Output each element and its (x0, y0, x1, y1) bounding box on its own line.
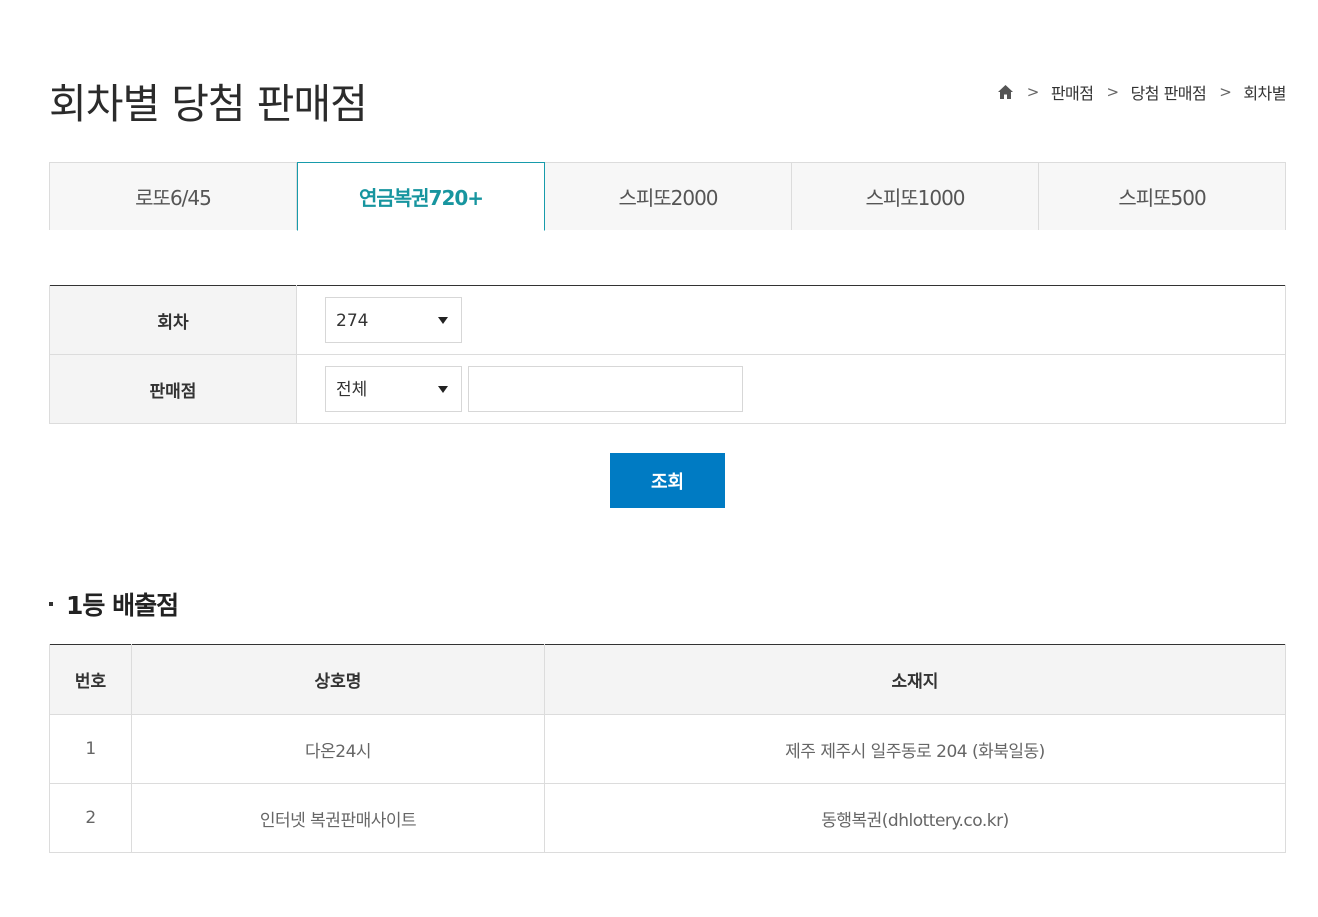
header-no: 번호 (49, 644, 132, 715)
breadcrumb-winning-store[interactable]: 당첨 판매점 (1131, 80, 1207, 104)
breadcrumb-store[interactable]: 판매점 (1051, 80, 1094, 104)
section-title-text: 1등 배출점 (66, 591, 179, 620)
section-title: 1등 배출점 (49, 586, 179, 622)
store-label: 판매점 (49, 354, 297, 424)
round-select-value: 274 (336, 311, 369, 331)
dropdown-arrow-icon (438, 317, 448, 324)
tab-pension720[interactable]: 연금복권720+ (297, 162, 545, 231)
search-button[interactable]: 조회 (610, 453, 725, 508)
row-name: 인터넷 복권판매사이트 (131, 783, 545, 853)
breadcrumb: > 판매점 > 당첨 판매점 > 회차별 (997, 80, 1286, 104)
table-row: 2 인터넷 복권판매사이트 동행복권(dhlottery.co.kr) (49, 783, 1286, 853)
lottery-tabs: 로또6/45 연금복권720+ 스피또2000 스피또1000 스피또500 (49, 162, 1286, 231)
round-label: 회차 (49, 285, 297, 355)
table-row: 1 다온24시 제주 제주시 일주동로 204 (화북일동) (49, 714, 1286, 784)
row-no: 2 (49, 783, 132, 853)
results-table: 번호 상호명 소재지 1 다온24시 제주 제주시 일주동로 204 (화북일동… (49, 644, 1286, 853)
page-title: 회차별 당첨 판매점 (49, 80, 368, 128)
header-name: 상호명 (131, 644, 545, 715)
tab-speetto1000[interactable]: 스피또1000 (792, 162, 1039, 230)
row-address: 제주 제주시 일주동로 204 (화북일동) (544, 714, 1286, 784)
tab-lotto645[interactable]: 로또6/45 (49, 162, 297, 230)
store-filter-select[interactable]: 전체 (325, 366, 462, 412)
header-address: 소재지 (544, 644, 1286, 715)
chevron-right-icon: > (1219, 83, 1232, 101)
row-address: 동행복권(dhlottery.co.kr) (544, 783, 1286, 853)
tab-speetto500[interactable]: 스피또500 (1039, 162, 1286, 230)
chevron-right-icon: > (1106, 83, 1119, 101)
tab-speetto2000[interactable]: 스피또2000 (545, 162, 792, 230)
chevron-right-icon: > (1026, 83, 1040, 101)
store-filter-value: 전체 (336, 380, 368, 400)
store-search-input[interactable] (468, 366, 743, 412)
dropdown-arrow-icon (438, 386, 448, 393)
search-form: 회차 274 판매점 전체 (49, 285, 1286, 424)
row-name: 다온24시 (131, 714, 545, 784)
round-select[interactable]: 274 (325, 297, 462, 343)
row-no: 1 (49, 714, 132, 784)
breadcrumb-by-round[interactable]: 회차별 (1243, 80, 1286, 104)
home-icon[interactable] (997, 84, 1014, 100)
bullet-icon (49, 602, 53, 606)
